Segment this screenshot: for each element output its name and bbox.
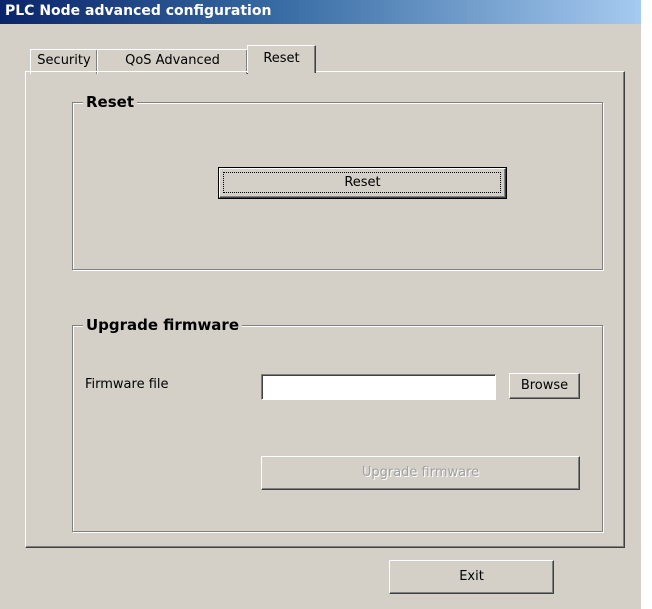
tab-reset[interactable]: Reset — [247, 45, 316, 73]
upgrade-firmware-button[interactable]: Upgrade firmware — [261, 456, 580, 490]
window-title: PLC Node advanced configuration — [5, 3, 272, 19]
tab-panel-reset: Reset Reset Upgrade firmware Firmware fi… — [25, 71, 625, 548]
firmware-file-input[interactable] — [261, 374, 496, 400]
browse-button-label: Browse — [520, 378, 569, 393]
focus-rectangle — [223, 172, 501, 193]
dialog-window: PLC Node advanced configuration Security… — [0, 0, 641, 609]
exit-button-label: Exit — [459, 569, 484, 584]
title-bar[interactable]: PLC Node advanced configuration — [0, 0, 641, 24]
browse-button[interactable]: Browse — [509, 373, 580, 399]
upgrade-firmware-groupbox: Upgrade firmware Firmware file Browse Up… — [72, 316, 603, 532]
exit-button[interactable]: Exit — [389, 560, 554, 594]
reset-button[interactable]: Reset — [218, 167, 507, 199]
reset-groupbox: Reset Reset — [72, 93, 603, 270]
upgrade-group-title: Upgrade firmware — [83, 316, 243, 334]
upgrade-button-label: Upgrade firmware — [361, 465, 480, 480]
reset-group-title: Reset — [83, 93, 137, 111]
firmware-file-label: Firmware file — [85, 377, 169, 392]
